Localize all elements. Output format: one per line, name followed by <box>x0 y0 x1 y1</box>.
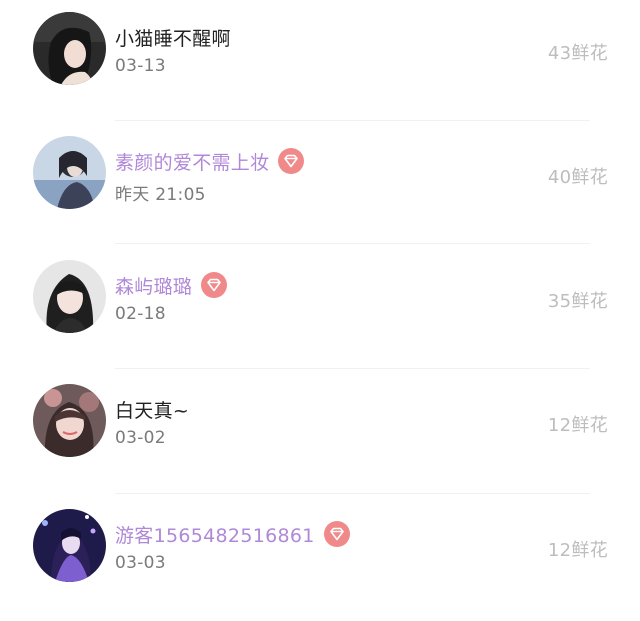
list-item[interactable]: 游客1565482516861 03-03 12鲜花 <box>0 497 640 621</box>
flower-count: 43鲜花 <box>547 43 608 64</box>
list-item[interactable]: 森屿璐璐 02-18 35鲜花 <box>0 248 640 372</box>
divider <box>115 368 590 369</box>
avatar[interactable] <box>33 12 106 85</box>
date-label: 昨天 21:05 <box>115 185 206 205</box>
username[interactable]: 素颜的爱不需上妆 <box>115 148 269 175</box>
date-label: 03-13 <box>115 56 166 76</box>
name-line: 游客1565482516861 <box>115 519 350 549</box>
divider <box>115 493 590 494</box>
name-line: 白天真~ <box>115 394 189 424</box>
divider <box>115 243 590 244</box>
flower-ranking-list: 小猫睡不醒啊 03-13 43鲜花 素颜的爱不需上妆 昨天 21:05 40鲜花… <box>0 0 640 595</box>
flower-count: 12鲜花 <box>547 415 608 436</box>
date-label: 02-18 <box>115 304 166 324</box>
avatar[interactable] <box>33 509 106 582</box>
flower-count: 35鲜花 <box>547 291 608 312</box>
username[interactable]: 白天真~ <box>115 396 189 423</box>
avatar[interactable] <box>33 260 106 333</box>
list-item[interactable]: 小猫睡不醒啊 03-13 43鲜花 <box>0 0 640 124</box>
username[interactable]: 小猫睡不醒啊 <box>115 24 231 51</box>
date-label: 03-02 <box>115 428 166 448</box>
date-label: 03-03 <box>115 553 166 573</box>
list-item[interactable]: 白天真~ 03-02 12鲜花 <box>0 372 640 496</box>
diamond-vip-icon <box>201 272 228 298</box>
flower-count: 40鲜花 <box>547 167 608 188</box>
username[interactable]: 游客1565482516861 <box>115 521 315 548</box>
diamond-vip-icon <box>278 148 305 174</box>
divider <box>115 120 590 121</box>
flower-count: 12鲜花 <box>547 540 608 561</box>
username[interactable]: 森屿璐璐 <box>115 272 192 299</box>
name-line: 森屿璐璐 <box>115 270 228 300</box>
name-line: 小猫睡不醒啊 <box>115 22 231 52</box>
list-item[interactable]: 素颜的爱不需上妆 昨天 21:05 40鲜花 <box>0 124 640 248</box>
avatar[interactable] <box>33 384 106 457</box>
avatar[interactable] <box>33 136 106 209</box>
diamond-vip-icon <box>323 521 350 547</box>
name-line: 素颜的爱不需上妆 <box>115 146 305 176</box>
